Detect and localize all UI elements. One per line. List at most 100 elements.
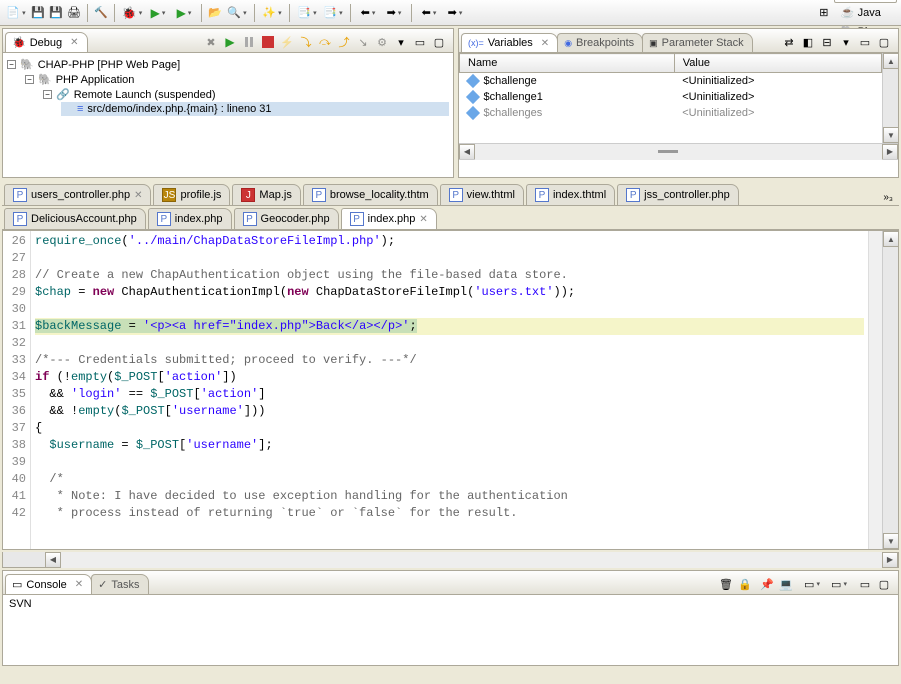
- build-button[interactable]: 🔨: [93, 5, 109, 21]
- collapse-icon[interactable]: −: [25, 75, 34, 84]
- editor-tab[interactable]: JSprofile.js: [153, 184, 230, 205]
- clear-console-button[interactable]: 🗑: [718, 576, 734, 592]
- scroll-up-icon[interactable]: ▲: [883, 231, 899, 247]
- save-button[interactable]: 💾: [30, 5, 46, 21]
- vars-scrollbar-v[interactable]: ▲ ▼: [882, 53, 898, 143]
- scroll-lock-button[interactable]: 🔒: [737, 576, 753, 592]
- editor-tab[interactable]: Pview.thtml: [440, 184, 524, 205]
- step-return-button[interactable]: ⤴: [336, 34, 352, 50]
- minimize-button[interactable]: ▭: [857, 576, 873, 592]
- editor-tab[interactable]: Pjss_controller.php: [617, 184, 739, 205]
- use-step-filters-button[interactable]: ⚙: [374, 34, 390, 50]
- forward-button[interactable]: ➡: [443, 5, 467, 21]
- editor-tab[interactable]: PGeocoder.php: [234, 208, 339, 229]
- tab-console[interactable]: ▭Console✕: [5, 574, 92, 594]
- collapse-all-button[interactable]: ⊟: [819, 34, 835, 50]
- new-button[interactable]: 📄: [4, 5, 28, 21]
- maximize-button[interactable]: ▢: [876, 576, 892, 592]
- tree-app[interactable]: − 🐘 PHP Application: [25, 72, 449, 87]
- code-area[interactable]: require_once('../main/ChapDataStoreFileI…: [31, 231, 868, 549]
- tree-launch[interactable]: − 🔗 Remote Launch (suspended): [43, 87, 449, 102]
- nav-button-2[interactable]: 📑: [321, 5, 345, 21]
- console-select-button[interactable]: ▭: [827, 576, 851, 592]
- vars-scrollbar-h[interactable]: ◀ ▶: [459, 143, 898, 159]
- disconnect-button[interactable]: ⚡: [279, 34, 295, 50]
- shift-left-button[interactable]: ⬅: [356, 5, 380, 21]
- open-perspective-button[interactable]: ⊞: [816, 5, 832, 21]
- editor-scrollbar-h[interactable]: ◀ ▶: [2, 552, 899, 568]
- col-name[interactable]: Name: [460, 54, 675, 73]
- console-toolbar: 🗑 🔒 📌 💻 ▭ ▭ ▭ ▢: [718, 576, 896, 594]
- tab-parameter-stack[interactable]: ▣Parameter Stack: [642, 33, 752, 52]
- suspend-button[interactable]: [241, 34, 257, 50]
- editor-tab[interactable]: Pindex.thtml: [526, 184, 615, 205]
- perspective-java[interactable]: ☕Java: [834, 3, 897, 22]
- minimize-button[interactable]: ▭: [857, 34, 873, 50]
- file-icon: P: [13, 212, 27, 226]
- scroll-up-icon[interactable]: ▲: [883, 53, 898, 69]
- tree-frame[interactable]: ≡ src/demo/index.php.{main} : lineno 31: [61, 102, 449, 116]
- variable-row[interactable]: $challenges<Uninitialized>: [460, 105, 882, 121]
- scroll-down-icon[interactable]: ▼: [883, 127, 898, 143]
- collapse-icon[interactable]: −: [43, 90, 52, 99]
- variables-icon: (x)=: [468, 38, 484, 48]
- editor-tab[interactable]: Pindex.php: [148, 208, 232, 229]
- maximize-button[interactable]: ▢: [876, 34, 892, 50]
- terminate-button[interactable]: [260, 34, 276, 50]
- editor-tabs-row1: Pusers_controller.php✕JSprofile.jsJMap.j…: [2, 182, 899, 206]
- editor-tab[interactable]: Pbrowse_locality.thtm: [303, 184, 438, 205]
- minimize-button[interactable]: ▭: [412, 34, 428, 50]
- debug-launch-button[interactable]: 🐞: [120, 5, 144, 21]
- back-button[interactable]: ⬅: [417, 5, 441, 21]
- step-into-button[interactable]: ⤵: [298, 34, 314, 50]
- tab-breakpoints[interactable]: ◉Breakpoints: [557, 33, 643, 52]
- col-value[interactable]: Value: [674, 54, 881, 73]
- editor-tab[interactable]: PDeliciousAccount.php: [4, 208, 146, 229]
- scroll-left-icon[interactable]: ◀: [459, 144, 475, 160]
- nav-button-1[interactable]: 📑: [295, 5, 319, 21]
- variable-row[interactable]: $challenge<Uninitialized>: [460, 73, 882, 90]
- display-console-button[interactable]: 💻: [778, 576, 794, 592]
- resume-button[interactable]: ▶: [222, 34, 238, 50]
- open-console-button[interactable]: ▭: [800, 576, 824, 592]
- pin-console-button[interactable]: 📌: [759, 576, 775, 592]
- shift-right-button[interactable]: ➡: [382, 5, 406, 21]
- console-output[interactable]: SVN: [3, 595, 898, 665]
- file-icon: P: [535, 188, 549, 202]
- new-wizard-button[interactable]: ✨: [260, 5, 284, 21]
- variable-row[interactable]: $challenge1<Uninitialized>: [460, 89, 882, 105]
- editor-scrollbar-v[interactable]: ▲ ▼: [882, 231, 898, 549]
- show-logical-button[interactable]: ◧: [800, 34, 816, 50]
- collapse-icon[interactable]: −: [7, 60, 16, 69]
- tab-tasks[interactable]: ✓Tasks: [91, 574, 148, 594]
- search-button[interactable]: 🔍: [225, 5, 249, 21]
- close-icon[interactable]: ✕: [70, 37, 78, 48]
- scroll-right-icon[interactable]: ▶: [882, 552, 898, 568]
- tree-root[interactable]: − 🐘 CHAP-PHP [PHP Web Page]: [7, 57, 449, 72]
- scroll-left-icon[interactable]: ◀: [45, 552, 61, 568]
- editor-tab[interactable]: Pindex.php✕: [341, 208, 437, 229]
- view-menu-button[interactable]: ▾: [838, 34, 854, 50]
- scroll-right-icon[interactable]: ▶: [882, 144, 898, 160]
- editor-tab[interactable]: JMap.js: [232, 184, 300, 205]
- editor-tab[interactable]: Pusers_controller.php✕: [4, 184, 151, 205]
- open-type-button[interactable]: 📂: [207, 5, 223, 21]
- run-launch-button[interactable]: ▶: [146, 5, 170, 21]
- external-tools-button[interactable]: ▶: [172, 5, 196, 21]
- show-type-names-button[interactable]: ⇄: [781, 34, 797, 50]
- maximize-button[interactable]: ▢: [431, 34, 447, 50]
- remove-terminated-button[interactable]: ✖: [203, 34, 219, 50]
- step-over-button[interactable]: ⤼: [317, 34, 333, 50]
- close-icon[interactable]: ✕: [75, 579, 83, 590]
- close-icon[interactable]: ✕: [134, 190, 142, 201]
- tab-variables[interactable]: (x)=Variables✕: [461, 33, 558, 52]
- print-button[interactable]: 🖨: [66, 5, 82, 21]
- close-icon[interactable]: ✕: [541, 38, 549, 49]
- view-menu-button[interactable]: ▾: [393, 34, 409, 50]
- close-icon[interactable]: ✕: [419, 214, 427, 225]
- scroll-down-icon[interactable]: ▼: [883, 533, 899, 549]
- editor-overflow-button[interactable]: »₃: [877, 190, 899, 205]
- drop-to-frame-button[interactable]: ↘: [355, 34, 371, 50]
- debug-tab[interactable]: 🐞 Debug ✕: [5, 32, 88, 52]
- save-all-button[interactable]: 💾: [48, 5, 64, 21]
